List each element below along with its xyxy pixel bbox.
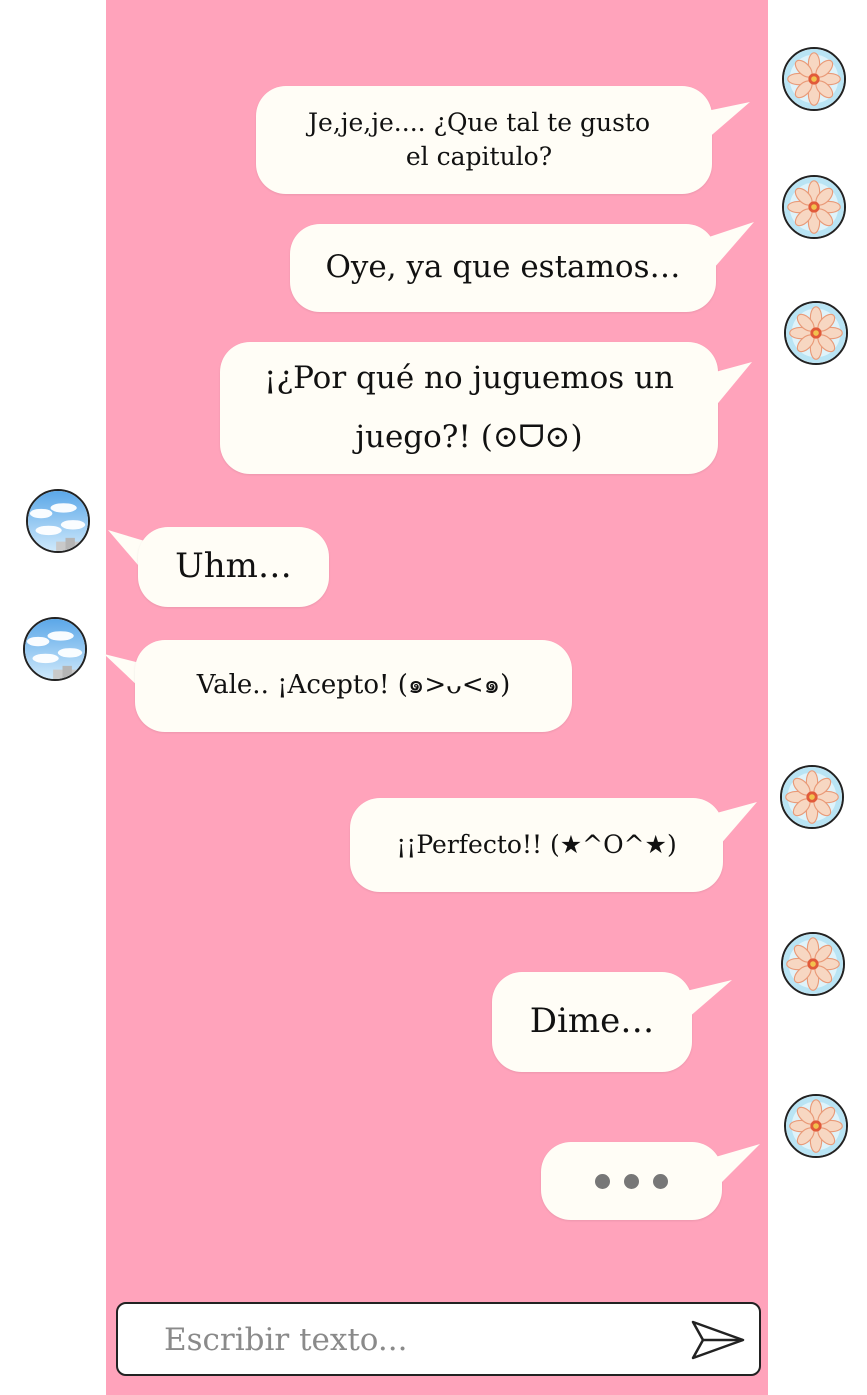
typing-dot [595,1173,610,1189]
message-bubble: Oye, ya que estamos… [290,224,716,312]
flower-avatar-icon[interactable] [782,47,846,111]
bubble-tail [706,222,754,268]
flower-avatar-icon[interactable] [782,175,846,239]
message-text: Uhm… [175,546,292,587]
flower-avatar-icon[interactable] [781,932,845,996]
sky-avatar-icon[interactable] [23,617,87,681]
message-text: ¡¿Por qué no juguemos un juego?! (⊙ᗜ⊙) [264,360,674,455]
bubble-tail [702,102,750,140]
bubble-tail [708,362,752,408]
flower-avatar-icon[interactable] [784,1094,848,1158]
flower-avatar-icon[interactable] [784,301,848,365]
message-bubble: Dime… [492,972,692,1072]
typing-dot [624,1173,639,1189]
message-bubble: Vale.. ¡Acepto! (๑>ᴗ<๑) [135,640,572,732]
input-placeholder: Escribir texto... [164,1322,408,1358]
send-button[interactable] [689,1318,747,1362]
message-bubble: Je,je,je.... ¿Que tal te gusto el capitu… [256,86,712,194]
message-text: ¡¡Perfecto!! (★^O^★) [396,830,677,860]
message-bubble: ¡¿Por qué no juguemos un juego?! (⊙ᗜ⊙) [220,342,718,474]
send-arrow-icon [691,1320,745,1360]
message-text: Je,je,je.... ¿Que tal te gusto el capitu… [308,108,650,171]
message-text: Vale.. ¡Acepto! (๑>ᴗ<๑) [196,670,511,701]
sky-avatar-icon[interactable] [26,489,90,553]
bubble-tail [713,802,757,846]
message-input[interactable]: Escribir texto... [116,1302,761,1376]
message-bubble: Uhm… [138,527,329,607]
bubble-tail [682,980,732,1018]
message-text: Dime… [529,1001,655,1042]
message-bubble: ¡¡Perfecto!! (★^O^★) [350,798,723,892]
chat-app: Je,je,je.... ¿Que tal te gusto el capitu… [0,0,867,1395]
flower-avatar-icon[interactable] [780,765,844,829]
typing-dot [653,1173,668,1189]
typing-indicator-bubble [541,1142,722,1220]
message-text: Oye, ya que estamos… [325,249,681,286]
bubble-tail [712,1144,760,1186]
